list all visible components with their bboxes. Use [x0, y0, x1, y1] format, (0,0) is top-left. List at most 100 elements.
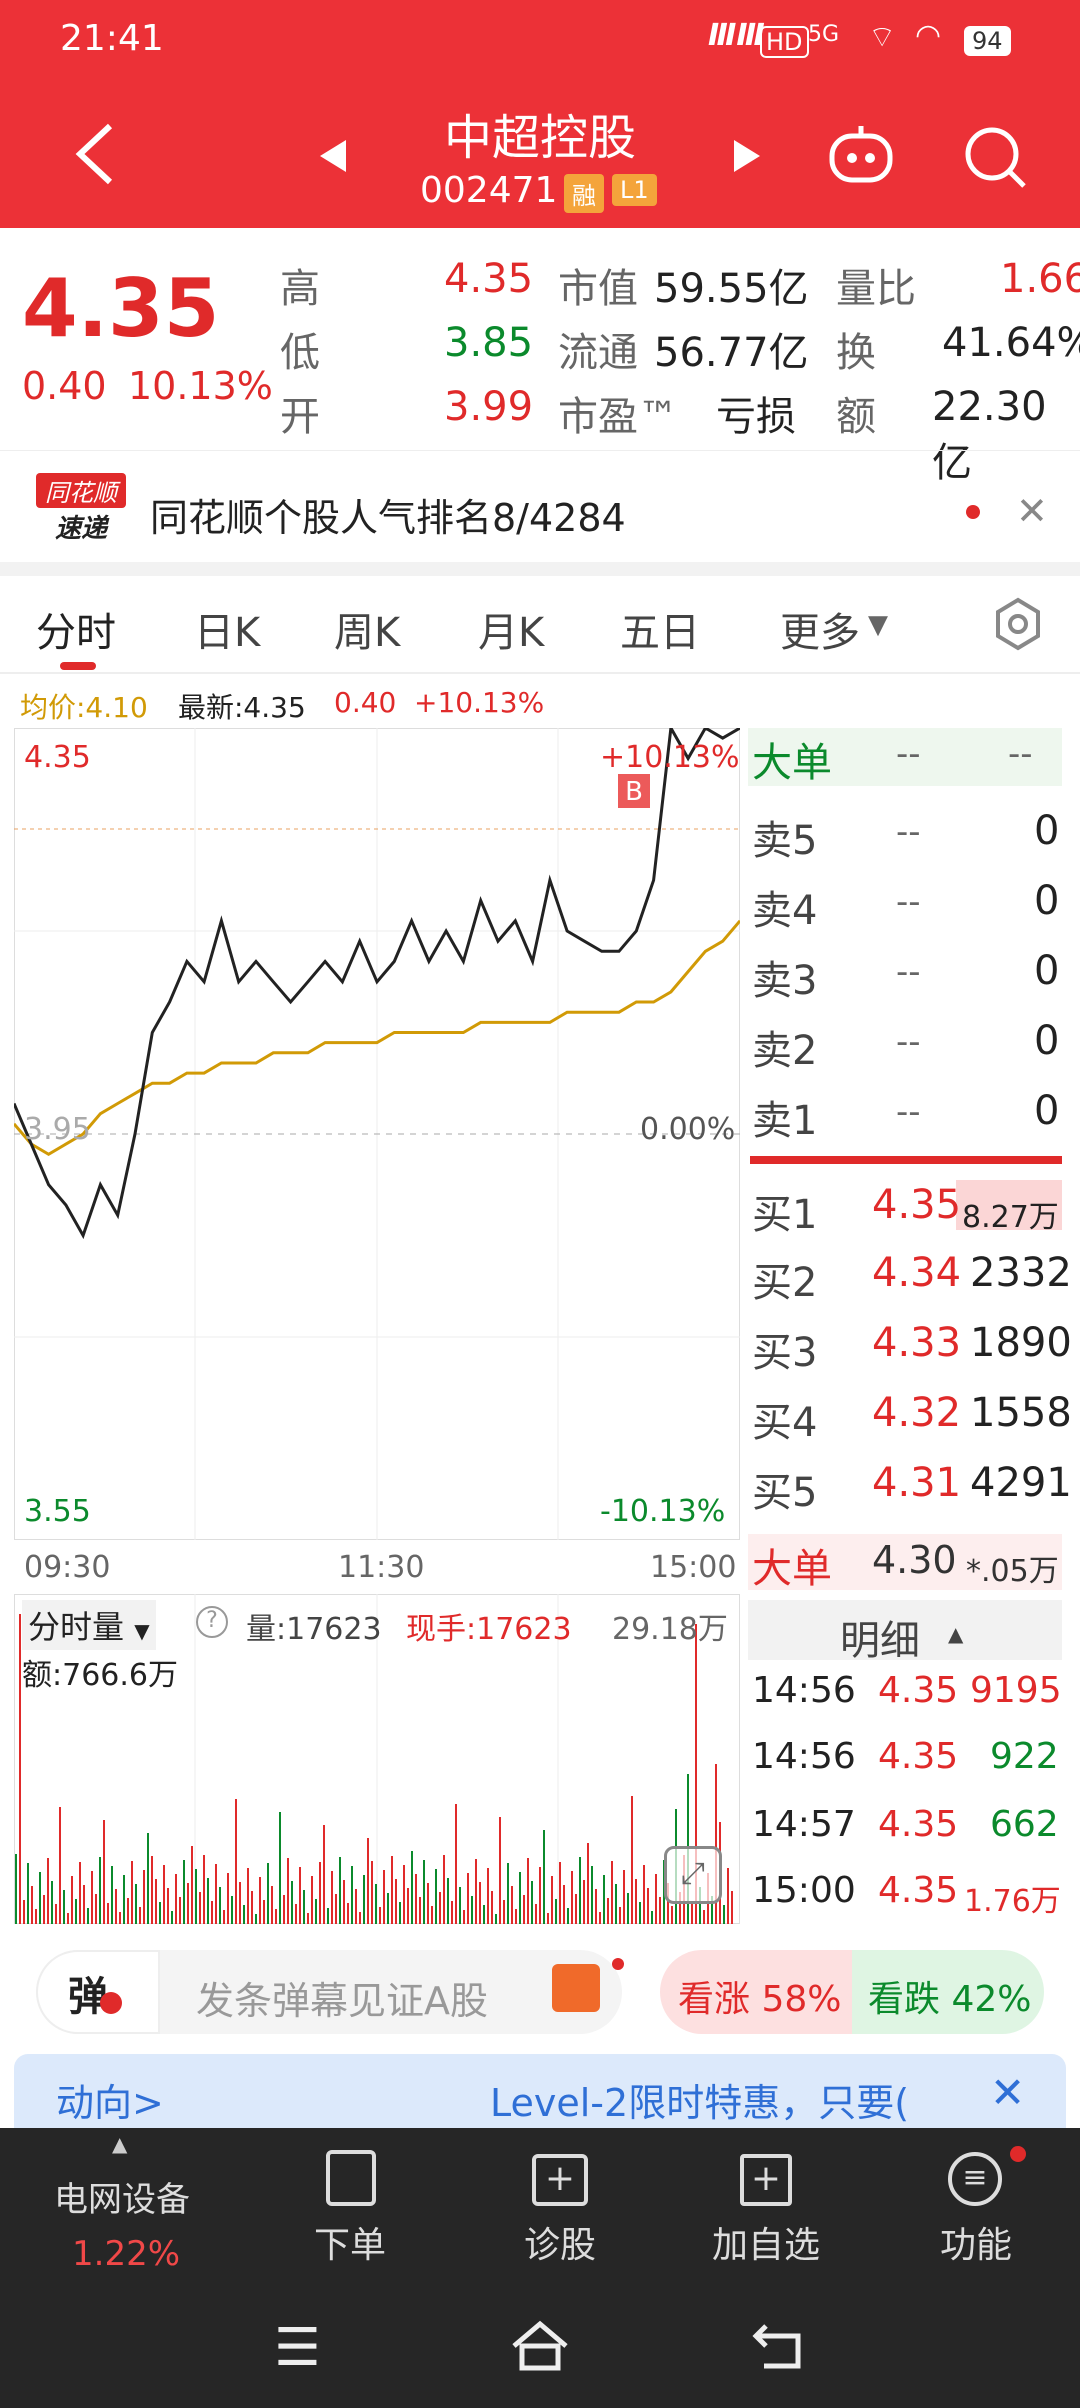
- volume-bar: [95, 1894, 97, 1924]
- sector-name[interactable]: 电网设备: [54, 2172, 190, 2221]
- fullscreen-icon[interactable]: ⤢: [664, 1846, 722, 1904]
- volume-bar: [547, 1913, 549, 1924]
- last-price: 4.35: [22, 262, 220, 355]
- volume-bar: [47, 1858, 49, 1924]
- volume-bar: [323, 1825, 325, 1924]
- tick-volume: 1.76万: [964, 1884, 1061, 1919]
- tabs-divider: [0, 672, 1080, 674]
- close-icon[interactable]: ✕: [1016, 489, 1048, 533]
- buy-level-label: 买2: [752, 1260, 818, 1306]
- search-icon[interactable]: [962, 124, 1028, 190]
- bottom-price-label: 3.55: [24, 1494, 91, 1529]
- back-nav-icon[interactable]: [752, 2318, 812, 2374]
- volume-bar: [427, 1883, 429, 1924]
- robot-icon[interactable]: [826, 124, 896, 184]
- sell-level-label: 卖4: [752, 888, 818, 934]
- volume-bar: [471, 1896, 473, 1924]
- volume-bar: [603, 1875, 605, 1924]
- tick-time: 14:56: [752, 1736, 856, 1777]
- volume-bar: [155, 1879, 157, 1924]
- intraday-chart[interactable]: B: [14, 728, 740, 1540]
- sell-level-price: --: [896, 1022, 921, 1062]
- tick-price: 4.35: [878, 1870, 959, 1911]
- volume-bar: [583, 1880, 585, 1924]
- volume-bar: [71, 1876, 73, 1924]
- volume-bar: [343, 1880, 345, 1924]
- volume-value: 量:17623: [246, 1612, 382, 1647]
- tab-five-day[interactable]: 五日: [620, 600, 700, 658]
- volume-bar: [563, 1885, 565, 1924]
- volume-bar: [659, 1897, 661, 1924]
- add-watch-icon[interactable]: +: [740, 2154, 792, 2206]
- signal-5g-icon: 5G: [808, 22, 840, 47]
- hotspot-icon: ⌔: [868, 20, 897, 55]
- big-order2-price: 4.30: [872, 1538, 957, 1582]
- tick-volume: 922: [990, 1736, 1059, 1777]
- volume-bar: [607, 1898, 609, 1924]
- volume-bar: [175, 1874, 177, 1924]
- volume-bar: [23, 1900, 25, 1924]
- buy-level-label: 买1: [752, 1192, 818, 1238]
- function-label[interactable]: 功能: [940, 2216, 1012, 2268]
- volume-bar: [255, 1914, 257, 1924]
- volume-bar: [363, 1875, 365, 1924]
- help-icon[interactable]: ?: [196, 1606, 228, 1638]
- mktcap-value: 59.55亿: [654, 266, 809, 312]
- home-nav-icon[interactable]: [508, 2318, 572, 2374]
- order-icon[interactable]: [326, 2150, 376, 2206]
- volume-selector[interactable]: 分时量 ▼: [22, 1600, 156, 1650]
- divider: [0, 562, 1080, 576]
- volume-bar: [127, 1898, 129, 1924]
- tab-weekly-k[interactable]: 周K: [334, 600, 400, 658]
- volume-bar: [387, 1893, 389, 1924]
- function-icon[interactable]: ≡: [948, 2152, 1002, 2206]
- volume-bar: [131, 1861, 133, 1924]
- volume-bar: [267, 1863, 269, 1924]
- high-label: 高: [280, 266, 320, 312]
- news-bar[interactable]: 同花顺 速递 同花顺个股人气排名8/4284 ✕: [0, 450, 1080, 570]
- gift-icon[interactable]: [552, 1964, 600, 2012]
- volume-bar: [183, 1860, 185, 1924]
- tick-price: 4.35: [878, 1804, 959, 1845]
- volume-bar: [327, 1908, 329, 1924]
- chg-pct-label: +10.13%: [414, 686, 545, 719]
- volume-bar: [211, 1901, 213, 1924]
- menu-nav-icon[interactable]: ☰: [274, 2318, 321, 2378]
- volume-bar: [567, 1908, 569, 1924]
- volume-bar: [447, 1878, 449, 1924]
- volume-bar: [199, 1892, 201, 1924]
- order-label[interactable]: 下单: [314, 2216, 386, 2268]
- add-watch-label[interactable]: 加自选: [712, 2216, 820, 2268]
- rise-label: 看涨 58%: [678, 1979, 842, 2020]
- volume-bar: [311, 1876, 313, 1924]
- volume-bar: [235, 1799, 237, 1924]
- big-order-b: --: [1008, 734, 1033, 774]
- volume-bar: [307, 1913, 309, 1924]
- diagnose-label[interactable]: 诊股: [524, 2216, 596, 2268]
- volume-bar: [635, 1879, 637, 1924]
- tab-daily-k[interactable]: 日K: [194, 600, 260, 658]
- turnover-label: 换: [836, 330, 876, 376]
- volume-bar: [91, 1871, 93, 1924]
- stock-name: 中超控股: [443, 110, 636, 166]
- settings-icon[interactable]: [992, 596, 1044, 652]
- promo-close-icon[interactable]: ✕: [990, 2068, 1025, 2117]
- volume-bar: [83, 1885, 85, 1924]
- header-bar: 21:41 ⅢⅢ HD 5G ⌔ ◠ 94 中超控股 002471 融 L1: [0, 0, 1080, 228]
- tab-more[interactable]: 更多: [780, 600, 860, 658]
- tab-intraday[interactable]: 分时: [36, 600, 116, 658]
- volume-bar: [575, 1894, 577, 1924]
- volume-bar: [383, 1870, 385, 1924]
- carrier-icon: ⅢⅢ: [708, 18, 765, 53]
- latest-label: 最新:4.35: [178, 691, 306, 724]
- sort-up-icon: ▲: [948, 1622, 964, 1646]
- volume-bar: [263, 1900, 265, 1924]
- tab-monthly-k[interactable]: 月K: [478, 600, 544, 658]
- tick-price: 4.35: [878, 1736, 959, 1777]
- diagnose-icon[interactable]: +: [532, 2154, 588, 2206]
- sell-level-volume: 0: [1034, 808, 1060, 854]
- volume-bar: [203, 1855, 205, 1924]
- top-price-label: 4.35: [24, 740, 91, 775]
- volume-bar: [303, 1890, 305, 1924]
- volume-bar: [243, 1905, 245, 1924]
